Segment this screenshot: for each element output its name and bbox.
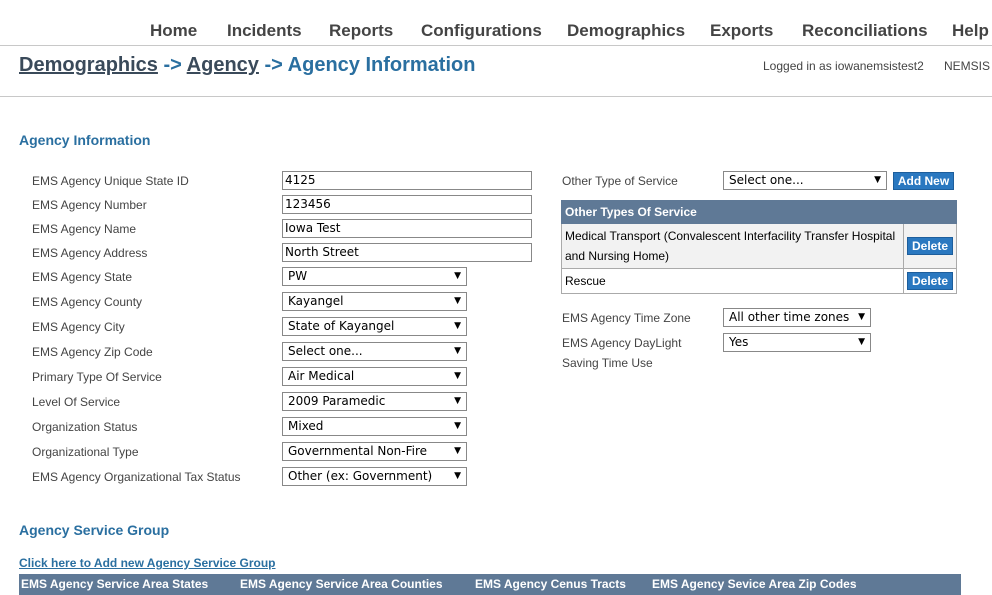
agency-zip-value: Select one... — [288, 344, 363, 358]
primary-service-value: Air Medical — [288, 369, 355, 383]
label-agency-county: EMS Agency County — [32, 295, 143, 309]
label-primary-service: Primary Type Of Service — [32, 370, 162, 384]
chevron-down-icon: ▼ — [454, 471, 461, 481]
chevron-down-icon: ▼ — [454, 271, 461, 281]
primary-service-select[interactable]: Air Medical ▼ — [282, 367, 467, 386]
nav-help[interactable]: Help — [952, 21, 989, 41]
label-level-service: Level Of Service — [32, 395, 121, 409]
logged-in-text: Logged in as iowanemsistest2 — [763, 59, 924, 73]
delete-button[interactable]: Delete — [907, 237, 953, 255]
section-title-agency-info: Agency Information — [19, 132, 151, 148]
agency-city-select[interactable]: State of Kayangel ▼ — [282, 317, 467, 336]
label-agency-zip: EMS Agency Zip Code — [32, 345, 153, 359]
agency-state-select[interactable]: PW ▼ — [282, 267, 467, 286]
column-header: EMS Agency Sevice Area Zip Codes — [652, 577, 857, 591]
nav-reports[interactable]: Reports — [329, 21, 393, 41]
level-service-select[interactable]: 2009 Paramedic ▼ — [282, 392, 467, 411]
chevron-down-icon: ▼ — [874, 175, 881, 185]
nav-demographics[interactable]: Demographics — [567, 21, 685, 41]
chevron-down-icon: ▼ — [454, 296, 461, 306]
table-row: Rescue Delete — [561, 268, 957, 294]
org-status-value: Mixed — [288, 419, 324, 433]
breadcrumb-separator: -> — [163, 54, 182, 76]
add-service-group-link[interactable]: Click here to Add new Agency Service Gro… — [19, 556, 276, 570]
daylight-select[interactable]: Yes ▼ — [723, 333, 871, 352]
label-org-status: Organization Status — [32, 420, 138, 434]
header-divider — [0, 96, 992, 97]
delete-button[interactable]: Delete — [907, 272, 953, 290]
chevron-down-icon: ▼ — [454, 321, 461, 331]
nav-configurations[interactable]: Configurations — [421, 21, 542, 41]
breadcrumb-demographics[interactable]: Demographics — [19, 54, 158, 76]
agency-zip-select[interactable]: Select one... ▼ — [282, 342, 467, 361]
level-service-value: 2009 Paramedic — [288, 394, 386, 408]
add-new-button[interactable]: Add New — [893, 172, 954, 190]
nav-incidents[interactable]: Incidents — [227, 21, 302, 41]
tax-status-value: Other (ex: Government) — [288, 469, 433, 483]
agency-county-select[interactable]: Kayangel ▼ — [282, 292, 467, 311]
org-status-select[interactable]: Mixed ▼ — [282, 417, 467, 436]
org-type-select[interactable]: Governmental Non-Fire ▼ — [282, 442, 467, 461]
table-header: Other Types Of Service — [561, 200, 904, 224]
label-daylight: EMS Agency DayLight — [562, 336, 682, 350]
nav-reconciliations[interactable]: Reconciliations — [802, 21, 928, 41]
label-daylight-2: Saving Time Use — [562, 356, 653, 370]
breadcrumb: Demographics -> Agency -> Agency Informa… — [19, 54, 475, 77]
column-header: EMS Agency Service Area States — [21, 577, 209, 591]
breadcrumb-current: Agency Information — [287, 54, 476, 76]
timezone-select[interactable]: All other time zones ▼ — [723, 308, 871, 327]
nav-home[interactable]: Home — [150, 21, 197, 41]
table-row: Medical Transport (Convalescent Interfac… — [561, 223, 957, 269]
agency-address-input[interactable]: North Street — [282, 243, 532, 262]
org-type-value: Governmental Non-Fire — [288, 444, 428, 458]
service-name: Medical Transport (Convalescent Interfac… — [561, 223, 904, 269]
chevron-down-icon: ▼ — [454, 396, 461, 406]
agency-state-value: PW — [288, 269, 308, 283]
chevron-down-icon: ▼ — [858, 312, 865, 322]
service-group-table-header: EMS Agency Service Area States EMS Agenc… — [19, 574, 961, 595]
breadcrumb-agency[interactable]: Agency — [187, 54, 259, 76]
other-service-select[interactable]: Select one... ▼ — [723, 171, 887, 190]
chevron-down-icon: ▼ — [454, 446, 461, 456]
other-services-table: Other Types Of Service Medical Transport… — [561, 200, 957, 294]
section-title-service-group: Agency Service Group — [19, 522, 170, 538]
column-header: EMS Agency Cenus Tracts — [475, 577, 626, 591]
label-agency-number: EMS Agency Number — [32, 198, 147, 212]
tax-status-select[interactable]: Other (ex: Government) ▼ — [282, 467, 467, 486]
state-id-input[interactable]: 4125 — [282, 171, 532, 190]
label-agency-address: EMS Agency Address — [32, 246, 148, 260]
label-org-type: Organizational Type — [32, 445, 139, 459]
agency-number-input[interactable]: 123456 — [282, 195, 532, 214]
label-timezone: EMS Agency Time Zone — [562, 311, 691, 325]
chevron-down-icon: ▼ — [858, 337, 865, 347]
agency-city-value: State of Kayangel — [288, 319, 395, 333]
nemsis-link[interactable]: NEMSIS — [944, 59, 990, 73]
column-header: EMS Agency Service Area Counties — [240, 577, 443, 591]
agency-county-value: Kayangel — [288, 294, 344, 308]
label-agency-city: EMS Agency City — [32, 320, 125, 334]
chevron-down-icon: ▼ — [454, 371, 461, 381]
chevron-down-icon: ▼ — [454, 421, 461, 431]
label-tax-status: EMS Agency Organizational Tax Status — [32, 470, 241, 484]
label-other-service: Other Type of Service — [562, 174, 678, 188]
chevron-down-icon: ▼ — [454, 346, 461, 356]
table-header-empty — [903, 200, 957, 224]
daylight-value: Yes — [729, 335, 749, 349]
label-state-id: EMS Agency Unique State ID — [32, 174, 189, 188]
timezone-value: All other time zones — [729, 310, 850, 324]
other-service-value: Select one... — [729, 173, 804, 187]
label-agency-state: EMS Agency State — [32, 270, 133, 284]
top-nav: Home Incidents Reports Configurations De… — [0, 0, 992, 46]
breadcrumb-separator: -> — [264, 54, 283, 76]
nav-exports[interactable]: Exports — [710, 21, 773, 41]
label-agency-name: EMS Agency Name — [32, 222, 137, 236]
service-name: Rescue — [561, 268, 904, 294]
agency-name-input[interactable]: Iowa Test — [282, 219, 532, 238]
